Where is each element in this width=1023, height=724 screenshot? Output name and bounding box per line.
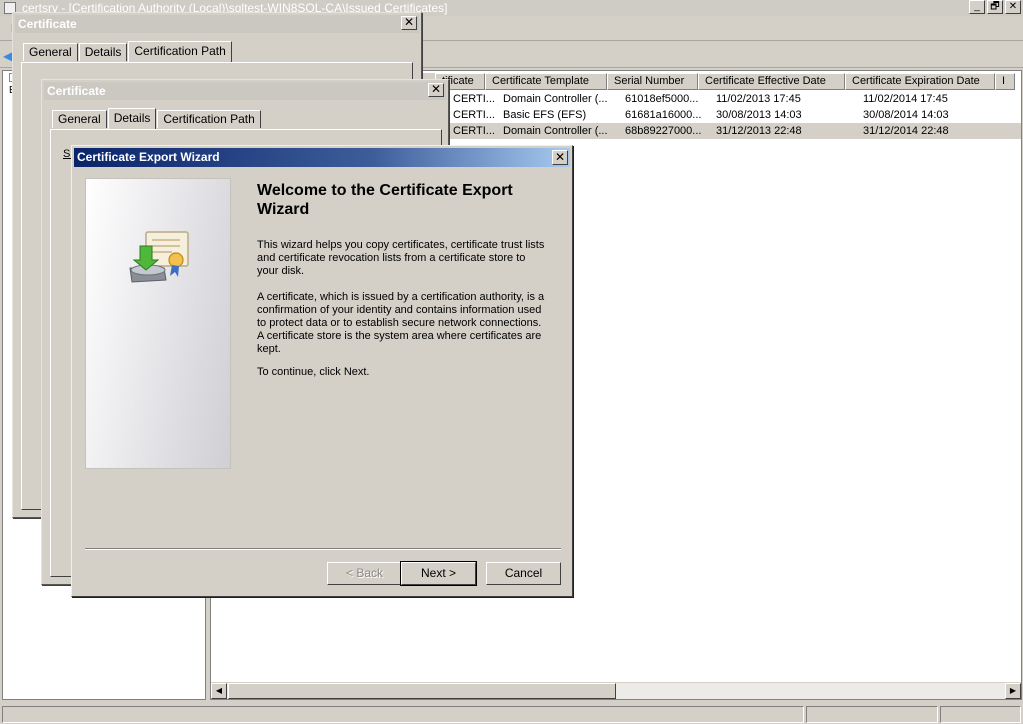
cell-template: Domain Controller (...	[503, 125, 608, 137]
scroll-left-icon[interactable]: ◀	[211, 683, 227, 699]
cell-expiration-date: 11/02/2014 17:45	[863, 93, 948, 105]
cell-effective-date: 11/02/2013 17:45	[716, 93, 801, 105]
status-pane-main	[2, 706, 804, 723]
cell-expiration-date: 30/08/2014 14:03	[863, 109, 949, 121]
tab-certification-path[interactable]: Certification Path	[128, 41, 232, 62]
tab-general[interactable]: General	[23, 43, 78, 61]
column-header-expiration-date[interactable]: Certificate Expiration Date	[845, 73, 995, 90]
tab-details[interactable]: Details	[107, 108, 157, 129]
cell-certificate: CERTI...	[453, 93, 495, 105]
cell-serial: 61681a16000...	[625, 109, 702, 121]
cell-serial: 68b89227000...	[625, 125, 702, 137]
dialog-title: Certificate	[47, 84, 106, 98]
wizard-continue-text: To continue, click Next.	[257, 366, 370, 378]
tab-strip: General Details Certification Path	[52, 108, 262, 129]
wizard-title: Certificate Export Wizard	[77, 150, 220, 164]
cell-certificate: CERTI...	[453, 109, 495, 121]
wizard-description-text: A certificate, which is issued by a cert…	[257, 291, 545, 355]
close-button[interactable]: ✕	[1005, 0, 1021, 14]
column-header-serial[interactable]: Serial Number	[607, 73, 698, 90]
tab-strip: General Details Certification Path	[23, 41, 233, 62]
tab-general[interactable]: General	[52, 110, 107, 128]
next-button[interactable]: Next >	[400, 561, 477, 586]
cell-expiration-date: 31/12/2014 22:48	[863, 125, 949, 137]
wizard-titlebar: Certificate Export Wizard ✕	[74, 148, 570, 167]
window-controls: _ 🗗 ✕	[969, 0, 1021, 14]
tab-certification-path[interactable]: Certification Path	[157, 110, 261, 128]
cancel-button[interactable]: Cancel	[486, 562, 561, 585]
certificate-export-wizard: Certificate Export Wizard ✕ Welcome to t…	[71, 145, 573, 597]
cell-template: Basic EFS (EFS)	[503, 109, 587, 121]
status-bar	[0, 704, 1023, 724]
back-button[interactable]: < Back	[327, 562, 402, 585]
wizard-separator	[85, 548, 561, 550]
column-header-template[interactable]: Certificate Template	[485, 73, 607, 90]
cell-effective-date: 31/12/2013 22:48	[716, 125, 802, 137]
horizontal-scrollbar[interactable]: ◀ ▶	[211, 682, 1021, 699]
column-header-effective-date[interactable]: Certificate Effective Date	[698, 73, 845, 90]
dialog-close-button[interactable]: ✕	[401, 16, 417, 30]
cell-template: Domain Controller (...	[503, 93, 608, 105]
dialog-titlebar: Certificate ✕	[15, 15, 419, 33]
status-pane-2	[806, 706, 938, 723]
status-pane-3	[940, 706, 1021, 723]
wizard-side-image	[85, 178, 231, 469]
scroll-thumb[interactable]	[228, 683, 616, 699]
cell-certificate: CERTI...	[453, 125, 495, 137]
certificate-export-icon	[129, 231, 189, 283]
scroll-right-icon[interactable]: ▶	[1005, 683, 1021, 699]
dialog-title: Certificate	[18, 17, 77, 31]
wizard-heading: Welcome to the Certificate Export Wizard	[257, 182, 513, 218]
wizard-close-button[interactable]: ✕	[552, 150, 568, 165]
cell-effective-date: 30/08/2013 14:03	[716, 109, 802, 121]
column-header-more[interactable]: I	[995, 73, 1015, 90]
wizard-intro-text: This wizard helps you copy certificates,…	[257, 239, 545, 277]
back-arrow-icon[interactable]: ◀	[3, 49, 12, 63]
dialog-titlebar: Certificate ✕	[44, 82, 446, 100]
dialog-close-button[interactable]: ✕	[428, 83, 444, 97]
cell-serial: 61018ef5000...	[625, 93, 699, 105]
minimize-button[interactable]: _	[969, 0, 985, 14]
tab-details[interactable]: Details	[78, 43, 128, 61]
restore-button[interactable]: 🗗	[987, 0, 1003, 14]
